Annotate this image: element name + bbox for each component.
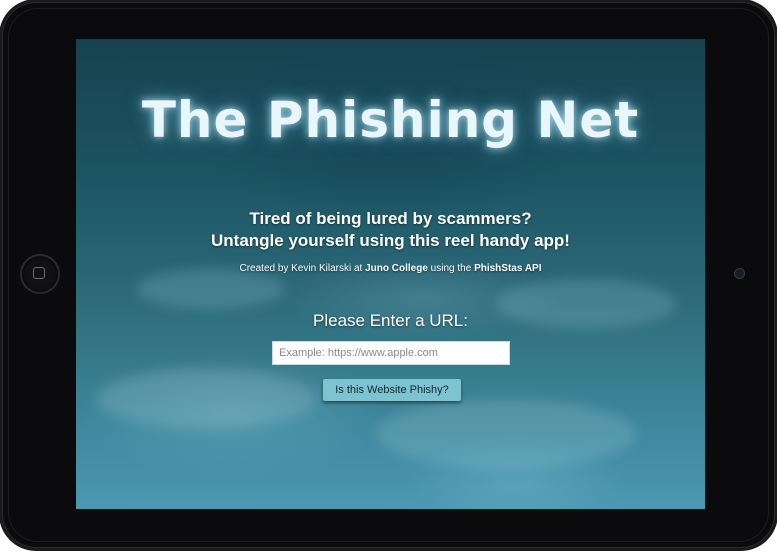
tablet-device-frame: The Phishing Net Tired of being lured by… bbox=[2, 2, 775, 548]
check-phishy-button[interactable]: Is this Website Phishy? bbox=[323, 379, 461, 401]
tagline-line-2: Untangle yourself using this reel handy … bbox=[211, 231, 570, 250]
ocean-foam bbox=[96, 369, 316, 429]
credits-middle: using the bbox=[427, 263, 475, 274]
page-title: The Phishing Net bbox=[141, 91, 640, 149]
ocean-foam bbox=[376, 399, 636, 469]
home-button[interactable] bbox=[20, 254, 60, 294]
app-screen: The Phishing Net Tired of being lured by… bbox=[76, 39, 705, 509]
ocean-foam bbox=[136, 269, 286, 309]
credits-prefix: Created by Kevin Kilarski at bbox=[239, 263, 366, 274]
tagline-line-1: Tired of being lured by scammers? bbox=[249, 209, 532, 228]
url-prompt-label: Please Enter a URL: bbox=[313, 311, 468, 330]
url-input[interactable] bbox=[272, 341, 510, 365]
home-square-icon bbox=[33, 267, 45, 279]
credits-school: Juno College bbox=[365, 263, 428, 274]
credits-text: Created by Kevin Kilarski at Juno Colleg… bbox=[76, 263, 705, 274]
credits-api: PhishStas API bbox=[474, 263, 542, 274]
camera-icon bbox=[734, 268, 745, 279]
